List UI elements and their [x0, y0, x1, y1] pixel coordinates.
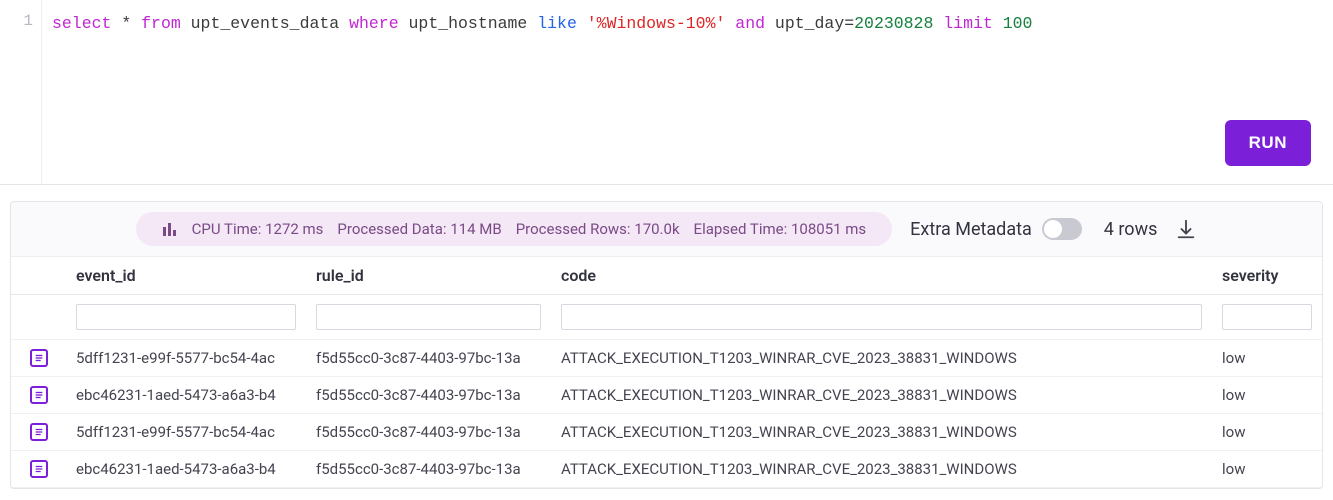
extra-metadata-toggle[interactable]: [1042, 218, 1082, 240]
col-event-id[interactable]: event_id: [66, 257, 306, 295]
elapsed-time: Elapsed Time: 108051 ms: [694, 220, 867, 238]
processed-data: Processed Data: 114 MB: [337, 220, 501, 238]
cell-rule_id: f5d55cc0-3c87-4403-97bc-13a: [306, 451, 551, 488]
table-header-row: event_id rule_id code severity: [11, 257, 1322, 295]
ident-table: upt_events_data: [191, 14, 340, 33]
extra-metadata-label: Extra Metadata: [910, 219, 1032, 240]
col-rule-id[interactable]: rule_id: [306, 257, 551, 295]
col-severity[interactable]: severity: [1212, 257, 1322, 295]
cell-code: ATTACK_EXECUTION_T1203_WINRAR_CVE_2023_3…: [551, 377, 1212, 414]
sql-editor: 1 select * from upt_events_data where up…: [0, 0, 1333, 185]
kw-select: select: [52, 14, 111, 33]
cell-event_id: 5dff1231-e99f-5577-bc54-4ac: [66, 414, 306, 451]
filter-event-id[interactable]: [76, 304, 296, 330]
line-number: 1: [0, 12, 33, 30]
eq: =: [844, 14, 854, 33]
table-row: 5dff1231-e99f-5577-bc54-4acf5d55cc0-3c87…: [11, 340, 1322, 377]
ident-host: upt_hostname: [409, 14, 528, 33]
stats-bar: CPU Time: 1272 ms Processed Data: 114 MB…: [11, 202, 1322, 257]
row-details-icon[interactable]: [30, 349, 48, 367]
star: *: [121, 14, 131, 33]
str-host: '%Windows-10%': [587, 14, 726, 33]
cell-code: ATTACK_EXECUTION_T1203_WINRAR_CVE_2023_3…: [551, 451, 1212, 488]
ident-day: upt_day: [775, 14, 844, 33]
cell-code: ATTACK_EXECUTION_T1203_WINRAR_CVE_2023_3…: [551, 414, 1212, 451]
cell-severity: low: [1212, 414, 1322, 451]
row-count: 4 rows: [1104, 219, 1158, 240]
filter-rule-id[interactable]: [316, 304, 541, 330]
row-details-icon[interactable]: [30, 423, 48, 441]
cell-event_id: ebc46231-1aed-5473-a6a3-b4: [66, 451, 306, 488]
col-code[interactable]: code: [551, 257, 1212, 295]
num-limit: 100: [1003, 14, 1033, 33]
extra-metadata-toggle-wrap: Extra Metadata: [910, 218, 1082, 240]
num-day: 20230828: [854, 14, 933, 33]
kw-like: like: [537, 14, 577, 33]
bar-chart-icon: [162, 221, 178, 237]
row-details-icon[interactable]: [30, 386, 48, 404]
cell-rule_id: f5d55cc0-3c87-4403-97bc-13a: [306, 377, 551, 414]
cell-event_id: 5dff1231-e99f-5577-bc54-4ac: [66, 340, 306, 377]
table-row: ebc46231-1aed-5473-a6a3-b4f5d55cc0-3c87-…: [11, 377, 1322, 414]
processed-rows: Processed Rows: 170.0k: [516, 220, 680, 238]
cell-event_id: ebc46231-1aed-5473-a6a3-b4: [66, 377, 306, 414]
cell-severity: low: [1212, 340, 1322, 377]
filter-code[interactable]: [561, 304, 1202, 330]
cell-code: ATTACK_EXECUTION_T1203_WINRAR_CVE_2023_3…: [551, 340, 1212, 377]
cell-severity: low: [1212, 451, 1322, 488]
code-area[interactable]: select * from upt_events_data where upt_…: [42, 0, 1333, 184]
run-button[interactable]: RUN: [1225, 120, 1311, 166]
table-row: 5dff1231-e99f-5577-bc54-4acf5d55cc0-3c87…: [11, 414, 1322, 451]
kw-where: where: [349, 14, 399, 33]
stats-pill: CPU Time: 1272 ms Processed Data: 114 MB…: [136, 212, 893, 246]
results-panel: CPU Time: 1272 ms Processed Data: 114 MB…: [10, 201, 1323, 489]
cpu-time: CPU Time: 1272 ms: [192, 220, 324, 238]
row-details-icon[interactable]: [30, 460, 48, 478]
cell-severity: low: [1212, 377, 1322, 414]
results-table: event_id rule_id code severity 5dff1231-…: [11, 257, 1322, 488]
editor-gutter: 1: [0, 0, 42, 184]
cell-rule_id: f5d55cc0-3c87-4403-97bc-13a: [306, 340, 551, 377]
kw-from: from: [141, 14, 181, 33]
cell-rule_id: f5d55cc0-3c87-4403-97bc-13a: [306, 414, 551, 451]
kw-and: and: [735, 14, 765, 33]
table-row: ebc46231-1aed-5473-a6a3-b4f5d55cc0-3c87-…: [11, 451, 1322, 488]
kw-limit: limit: [943, 14, 993, 33]
filter-row: [11, 295, 1322, 340]
filter-severity[interactable]: [1222, 304, 1312, 330]
download-icon[interactable]: [1175, 218, 1197, 240]
